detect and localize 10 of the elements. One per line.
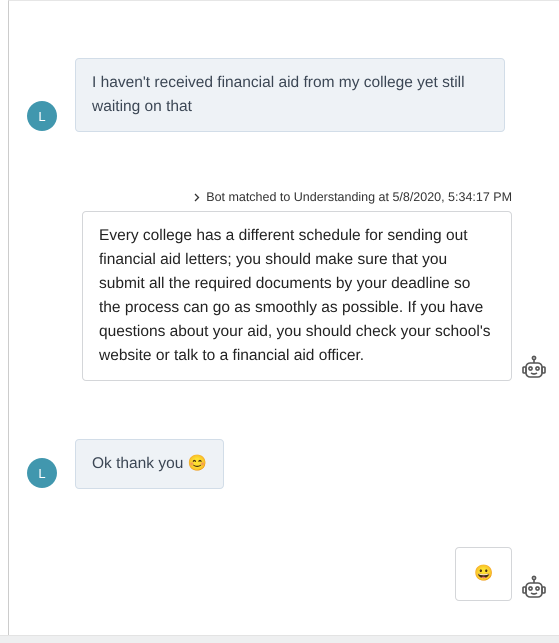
bot-message: Every college has a different schedule for sending out financial aid letters; you should make sure that you submit all the required documents by your deadline so the process can go as smoothly as possible. If you have questions about your aid, you should check your school's website or talk to a financial aid officer. [82, 211, 512, 381]
bot-message: 😀 [455, 547, 512, 601]
user-avatar: L [27, 101, 57, 131]
user-message: I haven't received financial aid from my college yet still waiting on that [75, 58, 505, 132]
robot-icon [521, 355, 547, 381]
robot-icon [521, 575, 547, 601]
match-info: Bot matched to Understanding at 5/8/2020, 5:34:17 PM [206, 190, 512, 204]
user-avatar: L [27, 458, 57, 488]
chevron-icon[interactable] [194, 192, 200, 202]
user-message: Ok thank you 😊 [75, 439, 224, 489]
